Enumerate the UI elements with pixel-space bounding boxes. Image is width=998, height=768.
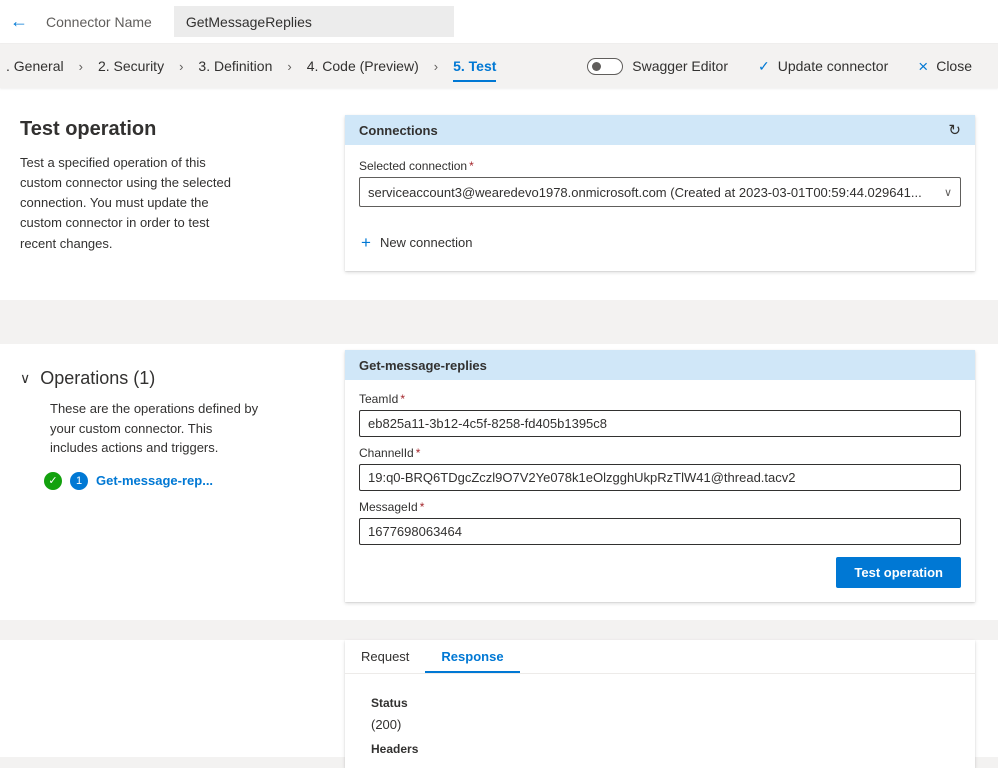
close-icon: × (918, 56, 929, 76)
test-operation-section: Test operation Test a specified operatio… (0, 88, 998, 300)
step-separator-icon: › (78, 58, 83, 74)
operation-link[interactable]: Get-message-rep... (96, 473, 213, 488)
operation-button-row: Test operation (359, 557, 961, 588)
required-mark: * (469, 159, 474, 173)
channelid-field: ChannelId * (359, 446, 961, 491)
operation-card-header: Get-message-replies (345, 350, 975, 380)
new-connection-label: New connection (379, 235, 473, 250)
connections-card: Connections ↻ Selected connection * servi… (345, 115, 975, 271)
connections-card-header: Connections ↻ (345, 115, 975, 145)
plus-icon: + (361, 233, 371, 252)
channelid-input[interactable] (359, 464, 961, 491)
messageid-label: MessageId * (359, 500, 961, 514)
swagger-editor-toggle[interactable]: Swagger Editor (587, 57, 728, 75)
required-mark: * (419, 500, 425, 514)
wizard-steps: . General › 2. Security › 3. Definition … (0, 53, 502, 82)
messageid-field: MessageId * (359, 500, 961, 545)
required-mark: * (415, 446, 421, 460)
tab-request[interactable]: Request (345, 640, 425, 673)
status-label: Status (371, 696, 408, 710)
checkmark-icon: ✓ (758, 57, 770, 74)
teamid-label: TeamId * (359, 392, 961, 406)
result-card: Request Response Status (200) Headers (345, 640, 975, 768)
test-operation-description: Test a specified operation of this custo… (20, 155, 232, 251)
connector-name-label: Connector Name (46, 13, 152, 30)
selected-connection-field: Selected connection * serviceaccount3@wea… (359, 159, 961, 207)
tab-response[interactable]: Response (425, 640, 520, 673)
step-security[interactable]: 2. Security (92, 53, 170, 79)
operations-title-row: ∨ Operations (1) (20, 368, 321, 389)
top-bar: ← Connector Name (0, 0, 998, 44)
connector-name-input[interactable] (173, 6, 454, 37)
page-title: Test operation (20, 118, 157, 140)
operation-card-body: TeamId* ChannelId* MessageId* Test opera… (345, 380, 975, 602)
required-mark: * (400, 392, 406, 406)
step-general[interactable]: . General (0, 53, 70, 79)
close-button[interactable]: × Close (918, 58, 972, 75)
new-connection-button[interactable]: + New connection (361, 234, 472, 251)
operation-number-badge: 1 (70, 471, 88, 490)
wizard-nav-bar: . General › 2. Security › 3. Definition … (0, 44, 998, 88)
step-separator-icon: › (433, 58, 439, 74)
selected-connection-label: Selected connection * (359, 159, 961, 173)
operations-intro: ∨ Operations (1) These are the operation… (0, 344, 345, 620)
nav-actions: Swagger Editor ✓ Update connector × Clos… (587, 57, 998, 75)
selected-connection-label-text: Selected connection (359, 159, 468, 173)
selected-connection-dropdown[interactable]: serviceaccount3@wearedevo1978.onmicrosof… (359, 177, 961, 207)
messageid-input[interactable] (359, 518, 961, 545)
messageid-label-text: MessageId (359, 500, 418, 514)
refresh-icon[interactable]: ↻ (948, 121, 961, 139)
operations-title: Operations (1) (40, 368, 156, 388)
result-left-spacer (0, 640, 345, 757)
channelid-label: ChannelId * (359, 446, 961, 460)
teamid-input[interactable] (359, 410, 961, 437)
step-code-preview[interactable]: 4. Code (Preview) (301, 53, 425, 79)
operation-card: Get-message-replies TeamId* ChannelId* M… (345, 350, 975, 602)
close-label: Close (936, 58, 972, 74)
teamid-label-text: TeamId (359, 392, 399, 406)
operation-card-title: Get-message-replies (359, 357, 487, 373)
success-check-icon: ✓ (44, 471, 62, 490)
step-separator-icon: › (179, 58, 184, 74)
chevron-down-icon: ∨ (943, 186, 952, 199)
operations-description: These are the operations defined by your… (50, 401, 259, 455)
back-icon[interactable]: ← (0, 11, 46, 32)
step-definition[interactable]: 3. Definition (192, 53, 278, 79)
headers-label: Headers (371, 742, 419, 756)
teamid-field: TeamId * (359, 392, 961, 437)
channelid-label-text: ChannelId (359, 446, 414, 460)
step-separator-icon: › (287, 58, 292, 74)
connections-card-body: Selected connection * serviceaccount3@wea… (345, 145, 975, 271)
result-section: Request Response Status (200) Headers (0, 640, 998, 768)
update-connector-label: Update connector (777, 58, 889, 74)
result-body: Status (200) Headers (345, 674, 975, 768)
toggle-knob (592, 61, 602, 71)
operations-section: ∨ Operations (1) These are the operation… (0, 344, 998, 620)
connections-card-title: Connections (359, 122, 438, 138)
toggle-track[interactable] (587, 57, 624, 75)
result-tabs: Request Response (345, 640, 975, 674)
step-test[interactable]: 5. Test (447, 53, 502, 82)
status-value: (200) (371, 717, 402, 732)
test-operation-button[interactable]: Test operation (836, 557, 961, 588)
selected-connection-value: serviceaccount3@wearedevo1978.onmicrosof… (368, 184, 922, 200)
swagger-editor-label: Swagger Editor (632, 58, 728, 74)
operation-list-item[interactable]: ✓ 1 Get-message-rep... (44, 471, 321, 490)
test-operation-intro: Test operation Test a specified operatio… (0, 88, 345, 300)
update-connector-button[interactable]: ✓ Update connector (758, 58, 888, 75)
chevron-down-icon[interactable]: ∨ (20, 370, 30, 387)
